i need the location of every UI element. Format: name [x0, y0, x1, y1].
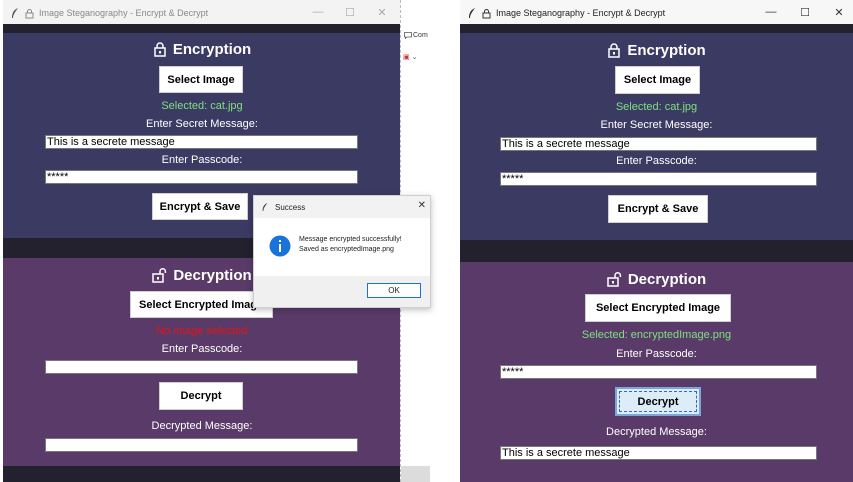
feather-icon	[9, 7, 21, 19]
decrypt-passcode-label: Enter Passcode:	[616, 348, 697, 360]
selected-encrypted-image-text: Selected: encryptedImage.png	[581, 329, 732, 341]
encryption-heading: Encryption	[3, 41, 401, 58]
dialog-message-line1: Message encrypted successfully!	[299, 236, 402, 243]
select-encrypted-image-button[interactable]: Select Encrypted Image	[130, 291, 273, 318]
decryption-heading: Decryption	[460, 271, 853, 288]
decrypted-message-output	[45, 438, 358, 452]
encryption-heading: Encryption	[460, 42, 853, 59]
toolbar-fragment[interactable]: ▣ ⌄	[403, 53, 417, 61]
feather-icon	[262, 203, 268, 211]
selected-image-text: Selected: cat.jpg	[615, 101, 698, 113]
comment-button[interactable]: Com	[404, 32, 428, 39]
passcode-label: Enter Passcode:	[161, 154, 243, 166]
dialog-title-bar[interactable]: Success ✕	[254, 196, 430, 218]
maximize-button[interactable]: ☐	[335, 0, 365, 24]
selected-image-text: Selected: cat.jpg	[161, 100, 243, 112]
encrypt-save-button[interactable]: Encrypt & Save	[152, 193, 248, 220]
secret-message-input[interactable]: This is a secrete message	[500, 137, 817, 151]
select-encrypted-image-button[interactable]: Select Encrypted Image	[585, 294, 731, 322]
decrypt-button[interactable]: Decrypt	[159, 382, 243, 410]
open-lock-icon	[152, 268, 167, 283]
dialog-footer: OK	[254, 276, 430, 307]
decrypted-message-label: Decrypted Message:	[606, 426, 707, 438]
comment-icon	[404, 32, 412, 39]
decrypt-passcode-input[interactable]: *****	[500, 365, 817, 379]
ok-button[interactable]: OK	[367, 283, 421, 298]
dialog-close-button[interactable]: ✕	[418, 200, 426, 211]
secret-message-label: Enter Secret Message:	[600, 119, 713, 131]
passcode-input[interactable]: *****	[500, 172, 817, 186]
dialog-message-line2: Saved as encryptedImage.png	[299, 246, 394, 253]
app-lock-icon	[23, 7, 35, 19]
select-image-button[interactable]: Select Image	[159, 66, 243, 93]
decrypt-button[interactable]: Decrypt	[615, 387, 701, 416]
section-divider	[460, 240, 853, 262]
decrypted-message-output: This is a secrete message	[500, 446, 817, 460]
dialog-title: Success	[275, 202, 306, 212]
decryption-section: Decryption Select Encrypted Image Select…	[460, 262, 853, 482]
top-dark-strip	[3, 24, 401, 33]
close-button[interactable]: ✕	[367, 0, 397, 24]
right-title-bar[interactable]: Image Steganography - Encrypt & Decrypt …	[460, 0, 853, 26]
left-title-bar[interactable]: Image Steganography - Encrypt & Decrypt …	[3, 0, 401, 26]
decrypt-passcode-input[interactable]	[45, 360, 358, 374]
secret-message-label: Enter Secret Message:	[146, 118, 258, 130]
unlock-icon	[608, 43, 621, 58]
scrollbar-strip	[401, 466, 430, 482]
window-title: Image Steganography - Encrypt & Decrypt	[496, 8, 666, 18]
maximize-button[interactable]: ☐	[790, 0, 820, 24]
secret-message-input[interactable]: This is a secrete message	[45, 135, 358, 149]
select-image-button[interactable]: Select Image	[615, 66, 700, 94]
success-dialog: Success ✕ Message encrypted successfully…	[253, 195, 431, 308]
right-app-window: Image Steganography - Encrypt & Decrypt …	[460, 0, 853, 482]
decrypted-message-label: Decrypted Message:	[151, 420, 253, 432]
encryption-section: Encryption Select Image Selected: cat.jp…	[460, 33, 853, 240]
feather-icon	[466, 7, 478, 19]
window-title: Image Steganography - Encrypt & Decrypt	[39, 8, 209, 18]
minimize-button[interactable]: —	[756, 0, 786, 24]
passcode-label: Enter Passcode:	[616, 155, 697, 167]
dialog-body: Message encrypted successfully! Saved as…	[254, 218, 430, 276]
decrypt-passcode-label: Enter Passcode:	[161, 343, 243, 355]
app-lock-icon	[480, 7, 492, 19]
top-dark-strip	[460, 24, 853, 33]
info-icon	[269, 235, 291, 257]
bottom-dark-strip	[3, 466, 401, 482]
open-lock-icon	[607, 272, 621, 287]
unlock-icon	[154, 42, 166, 57]
no-image-selected-text: No image selected	[156, 325, 248, 337]
minimize-button[interactable]: —	[303, 0, 333, 24]
encrypt-save-button[interactable]: Encrypt & Save	[608, 195, 708, 223]
close-button[interactable]: ✕	[824, 0, 853, 24]
passcode-input[interactable]: *****	[45, 170, 358, 184]
